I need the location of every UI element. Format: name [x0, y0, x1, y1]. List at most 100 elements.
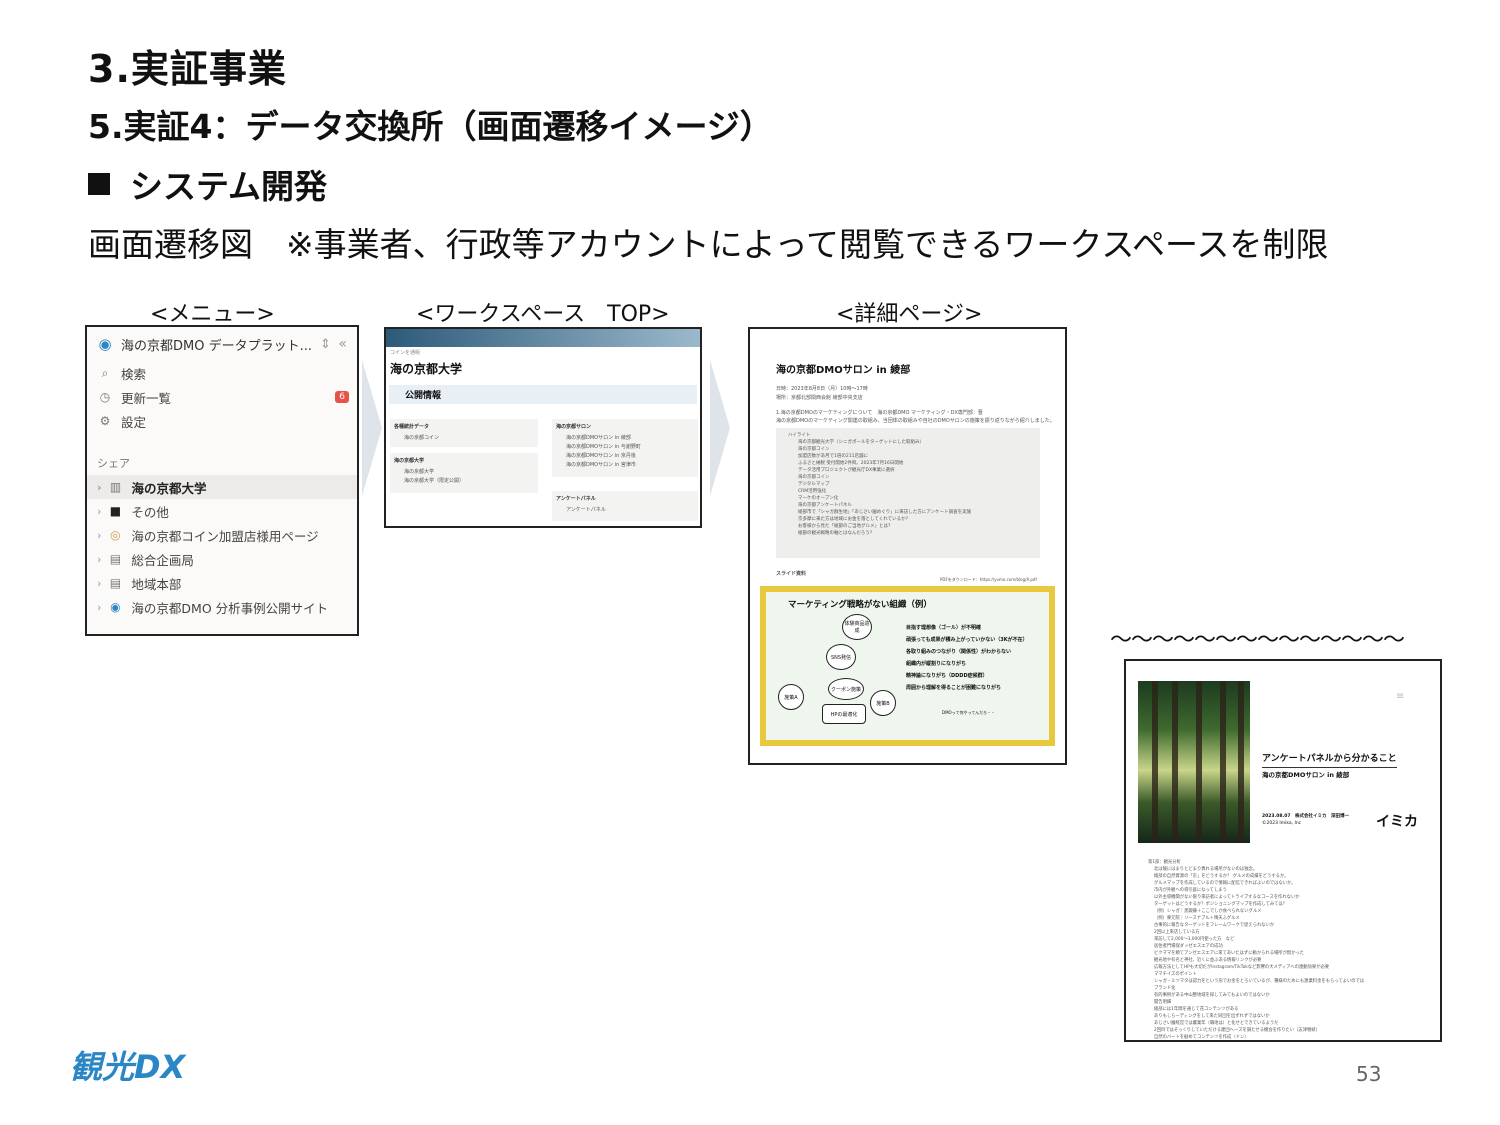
- highlight-line: 綾部市で「シャガ群生地」「あじさい園めぐり」に来訪した方にアンケート調査を実施: [798, 510, 972, 515]
- survey-note-line: ママチイズのポイント: [1154, 972, 1197, 977]
- card-stats[interactable]: 各種統計データ 海の京都コイン: [390, 419, 538, 447]
- updown-icon: ⇕: [320, 336, 331, 352]
- detail-lead2: 海の京都DMOのマーケティング関連の取組み、当団体の取組みや自社のDMOサロンの…: [776, 418, 1055, 424]
- highlight-line: CRM活用強化: [798, 489, 827, 494]
- workspace-label: <ワークスペース TOP>: [416, 302, 670, 327]
- chevron-right-icon: ›: [97, 504, 102, 518]
- menu-item-other[interactable]: › ■ その他: [87, 499, 357, 523]
- flow-arrow: [710, 360, 730, 496]
- detail-screenshot: 海の京都DMOサロン in 綾部 日時：2023年8月8日（月）10時〜17時 …: [748, 327, 1067, 765]
- survey-note-line: 開告明細: [1154, 1000, 1172, 1005]
- survey-note-line: シャガ・ミツマタは認力をという形でお金をとろいているが、種様のためにも連業料金を…: [1154, 979, 1365, 984]
- survey-note-line: 綾部の自然資源の「京」をどうするか？ グルメの成績をどうするか。: [1154, 874, 1289, 879]
- slide-url[interactable]: PDFをダウンロード：https://yumo.com/blog/A.pdf: [940, 577, 1037, 583]
- survey-notes: 第1部：観光分析北は陵にはまりとどまり異れる場所がないのは独念。綾部の自然資源の…: [1148, 859, 1438, 1040]
- menu-item-coin[interactable]: › ◎ 海の京都コイン加盟店様用ページ: [87, 523, 357, 547]
- survey-note-line: ターゲットはどうするか？ポジショニングマップを作成してみては？: [1154, 902, 1287, 907]
- caption: 画面遷移図 ※事業者、行政等アカウントによって閲覧できるワークスペースを制限: [88, 225, 1329, 264]
- gear-icon: ⚙: [99, 414, 111, 428]
- kanko-dx-logo: 観光DX: [70, 1048, 186, 1086]
- card-survey[interactable]: アンケートパネル アンケートパネル: [552, 491, 698, 521]
- square-bullet-icon: [88, 173, 110, 195]
- menu-icon[interactable]: ≡: [1396, 691, 1404, 702]
- survey-note-line: 広報方法としてHPも大切だがInstagram/TikTokなど影響の大メディア…: [1154, 965, 1330, 970]
- chevron-right-icon: ›: [97, 600, 102, 614]
- survey-note-line: （例）栗元院｜リースナブル＋晴天ふグルメ: [1154, 916, 1240, 921]
- card-university[interactable]: 海の京都大学 海の京都大学 海の京都大学（限定公開）: [390, 453, 538, 493]
- survey-note-line: 古事的に報告なターゲットをフレームワークで捉えられないか: [1154, 923, 1275, 928]
- survey-note-line: ブランド化: [1154, 986, 1176, 991]
- highlight-line: 綾部の観光戦略の軸とはなんだろう？: [798, 531, 875, 536]
- survey-title: アンケートパネルから分かること: [1262, 751, 1397, 768]
- highlight-line: お客様から見た「綾部のご当地グルメ」とは？: [798, 524, 893, 529]
- menu-screenshot: ◉ 海の京都DMO データプラット... ⇕ « ⌕ 検索 ◷ 更新一覧 6 ⚙ 設定 …: [85, 325, 359, 636]
- survey-note-line: 北は陵にはまりとどまり異れる場所がないのは独念。: [1154, 867, 1258, 872]
- highlight-line: ハイライト: [788, 433, 811, 438]
- highlight-line: 海の京都コイン: [798, 447, 830, 452]
- survey-note-line: （例）シャガ｜黒鍛錬＋ここでしか食べられないグルメ: [1154, 909, 1262, 914]
- survey-note-line: 来訪して2,000〜3,000円使った方 など: [1154, 937, 1235, 942]
- tilde-separator: 〜〜〜〜〜〜〜〜〜〜〜〜〜〜: [1110, 628, 1405, 653]
- survey-note-line: 居住者門場保ダッゼエスエアの成功: [1154, 944, 1223, 949]
- highlight-line: 海の京都コイン: [798, 475, 830, 480]
- survey-note-line: ビクママを頼てアンゼエスエアに来てあいたはずに動かられる場所が無かった: [1154, 951, 1305, 956]
- highlight-line: データ活用プロジェクトが観光庁DX事業に選択: [798, 468, 895, 473]
- menu-label: <メニュー>: [150, 302, 275, 327]
- highlight-line: デジタルマップ: [798, 482, 830, 487]
- breadcrumb: コインを通販: [390, 350, 421, 356]
- survey-note-line: ありもしらーディングをして来た同団を出ずれずではないか: [1154, 1014, 1270, 1019]
- flow-arrow: [362, 360, 382, 496]
- survey-note-line: あじさい園経営では農業年（職地は）と化せとできているようだ: [1154, 1021, 1279, 1026]
- menu-item-region[interactable]: › ▤ 地域本部: [87, 571, 357, 595]
- slide-title: マーケティング戦略がない組織（例）: [788, 600, 932, 610]
- workspace-title: 海の京都大学: [390, 362, 463, 376]
- page-number: 53: [1356, 1062, 1382, 1086]
- menu-updates[interactable]: ◷ 更新一覧 6: [87, 385, 357, 409]
- highlight-line: マーケのオープン化: [798, 496, 839, 501]
- page-subtitle: 5.実証4：データ交換所（画面遷移イメージ）: [88, 107, 773, 146]
- chevron-right-icon: ›: [97, 480, 102, 494]
- detail-lead: 1.海の京都DMOのマーケティングについて 海の京都DMO マーケティング・DX…: [776, 410, 983, 416]
- menu-item-planning[interactable]: › ▤ 総合企画局: [87, 547, 357, 571]
- highlight-line: 海の京都アンケートパネル: [798, 503, 852, 508]
- survey-note-line: 2回目ではそっくりしていただける建団へ一ズを調たせる機会を作りたい（志津物峡）: [1154, 1028, 1320, 1033]
- cover-banner: [386, 329, 700, 347]
- clock-icon: ◷: [99, 390, 111, 404]
- workspace-switcher[interactable]: ◉ 海の京都DMO データプラット... ⇕ «: [87, 327, 357, 361]
- highlight-box: ハイライト 海の京都観光大学（シニガポールをターゲットにした取組み） 海の京都コイン…: [776, 428, 1040, 558]
- survey-note-line: グルメマップを作成しているので情報に配信できればよいのではないか。: [1154, 881, 1296, 886]
- survey-note-line: 2回以上来店している方: [1154, 930, 1200, 935]
- detail-title: 海の京都DMOサロン in 綾部: [776, 365, 911, 376]
- forest-photo: [1138, 681, 1250, 843]
- survey-screenshot: ≡ アンケートパネルから分かること 海の京都DMOサロン in 綾部 2023.…: [1124, 659, 1442, 1042]
- detail-place: 場所：京都北部関西会館 綾部中央支店: [776, 395, 863, 401]
- survey-note-line: 綾部には1年間を通じて花コンテンツがある: [1154, 1007, 1239, 1012]
- menu-settings[interactable]: ⚙ 設定: [87, 409, 357, 433]
- section-heading: システム開発: [88, 160, 327, 208]
- highlight-line: 京多摩に来た方は地域にお金を落としてくれているか？: [798, 517, 911, 522]
- chevron-right-icon: ›: [97, 528, 102, 542]
- menu-search[interactable]: ⌕ 検索: [87, 361, 357, 385]
- menu-item-analysis[interactable]: › ◉ 海の京都DMO 分析事例公開サイト: [87, 595, 357, 619]
- imika-logo: イミカ: [1376, 814, 1418, 830]
- highlight-line: ふるさと納税 受付開始2件目。2023年7月16日開始: [798, 461, 904, 466]
- survey-date: 2023.08.07 株式会社イミカ 深田博一: [1262, 814, 1349, 819]
- menu-item-university[interactable]: › ▥ 海の京都大学: [87, 475, 357, 499]
- page-title: 3.実証事業: [88, 47, 287, 91]
- survey-note-line: 観光地や有名と神社、近くに並ぶある情報リンクが必要: [1154, 958, 1262, 963]
- building-icon: ▥: [109, 480, 122, 494]
- square-icon: ■: [109, 504, 122, 518]
- slide-label: スライド資料: [776, 571, 807, 577]
- survey-note-line: 有的事例がある中山整地域を探してみてもよいのではないか: [1154, 993, 1270, 998]
- globe-icon: ◉: [110, 600, 121, 614]
- collapse-icon[interactable]: «: [338, 336, 347, 352]
- workspace-screenshot: コインを通販 海の京都大学 公開情報 各種統計データ 海の京都コイン 海の京都大学…: [384, 327, 702, 528]
- survey-note-line: 第1部：観光分析: [1148, 860, 1181, 865]
- globe-icon: ◉: [98, 335, 112, 353]
- office-icon: ▤: [109, 576, 122, 590]
- chevron-right-icon: ›: [97, 552, 102, 566]
- chevron-right-icon: ›: [97, 576, 102, 590]
- survey-note-line: 自然のバートを勧めてコンテンツを作成（ドン）: [1154, 1035, 1249, 1040]
- office-icon: ▤: [109, 552, 122, 566]
- card-salon[interactable]: 海の京都サロン 海の京都DMOサロン in 綾部 海の京都DMOサロン in 与謝野…: [552, 419, 698, 477]
